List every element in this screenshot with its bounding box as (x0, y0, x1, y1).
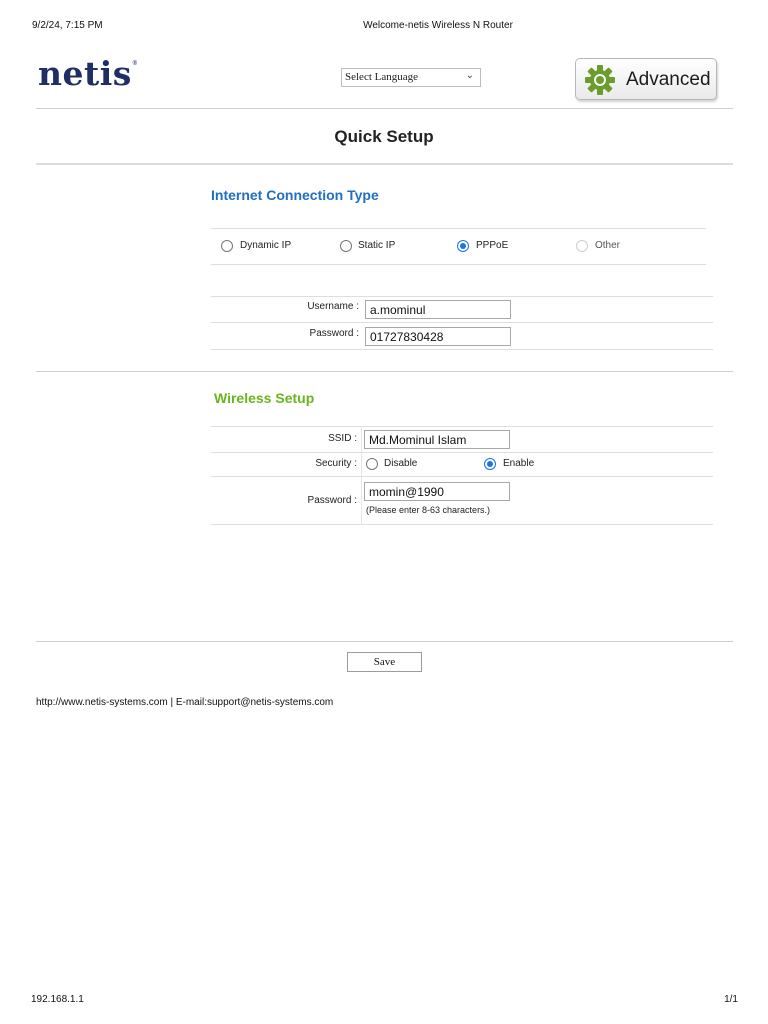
radio-other (576, 240, 588, 252)
section-divider (36, 371, 733, 372)
save-button[interactable]: Save (347, 652, 422, 672)
radio-pppoe[interactable] (457, 240, 469, 252)
print-url: 192.168.1.1 (31, 994, 84, 1005)
save-divider (36, 641, 733, 642)
registered-mark: ® (131, 60, 139, 67)
username-input[interactable]: a.mominul (365, 300, 511, 319)
internet-connection-type-heading: Internet Connection Type (211, 187, 379, 203)
language-select-value: Select Language (345, 71, 418, 83)
connection-type-bottom-rule (211, 264, 706, 265)
radio-security-disable-label: Disable (384, 458, 418, 469)
credentials-middle-rule (211, 322, 713, 323)
wireless-top-rule (211, 426, 713, 427)
radio-static-ip[interactable] (340, 240, 352, 252)
chevron-down-icon: ⌄ (465, 70, 474, 81)
wireless-rule-2 (211, 476, 713, 477)
username-label: Username : (307, 301, 359, 312)
gear-icon (585, 65, 615, 95)
pppoe-password-input[interactable]: 01727830428 (365, 327, 511, 346)
advanced-label: Advanced (626, 69, 711, 90)
ssid-input[interactable]: Md.Mominul Islam (364, 430, 510, 449)
connection-type-top-rule (211, 228, 706, 229)
wireless-rule-1 (211, 452, 713, 453)
logo-text: netis (38, 54, 132, 93)
print-page-number: 1/1 (724, 994, 738, 1005)
language-select[interactable]: Select Language ⌄ (341, 68, 481, 87)
credentials-top-rule (211, 296, 713, 297)
wireless-setup-heading: Wireless Setup (214, 390, 315, 406)
wireless-bottom-rule (211, 524, 713, 525)
title-divider (36, 163, 733, 165)
wireless-password-label: Password : (307, 495, 357, 506)
password-hint: (Please enter 8-63 characters.) (366, 505, 491, 515)
radio-security-enable[interactable] (484, 458, 496, 470)
radio-security-enable-label: Enable (503, 458, 535, 469)
credentials-bottom-rule (211, 349, 713, 350)
pppoe-password-label: Password : (309, 328, 359, 339)
radio-dynamic-ip[interactable] (221, 240, 233, 252)
print-page-title: Welcome-netis Wireless N Router (363, 20, 513, 31)
radio-dynamic-ip-label: Dynamic IP (240, 240, 292, 251)
advanced-button[interactable]: Advanced (575, 58, 717, 100)
footer-links[interactable]: http://www.netis-systems.com | E-mail:su… (36, 697, 333, 708)
netis-logo[interactable]: netis® (38, 54, 138, 93)
radio-other-label: Other (595, 240, 621, 251)
security-label: Security : (315, 458, 357, 469)
radio-security-disable[interactable] (366, 458, 378, 470)
radio-pppoe-label: PPPoE (476, 240, 509, 251)
header-divider (36, 108, 733, 109)
ssid-label: SSID : (328, 433, 357, 444)
wireless-password-input[interactable]: momin@1990 (364, 482, 510, 501)
wireless-column-divider (361, 426, 362, 524)
radio-static-ip-label: Static IP (358, 240, 396, 251)
page-title: Quick Setup (334, 127, 434, 146)
